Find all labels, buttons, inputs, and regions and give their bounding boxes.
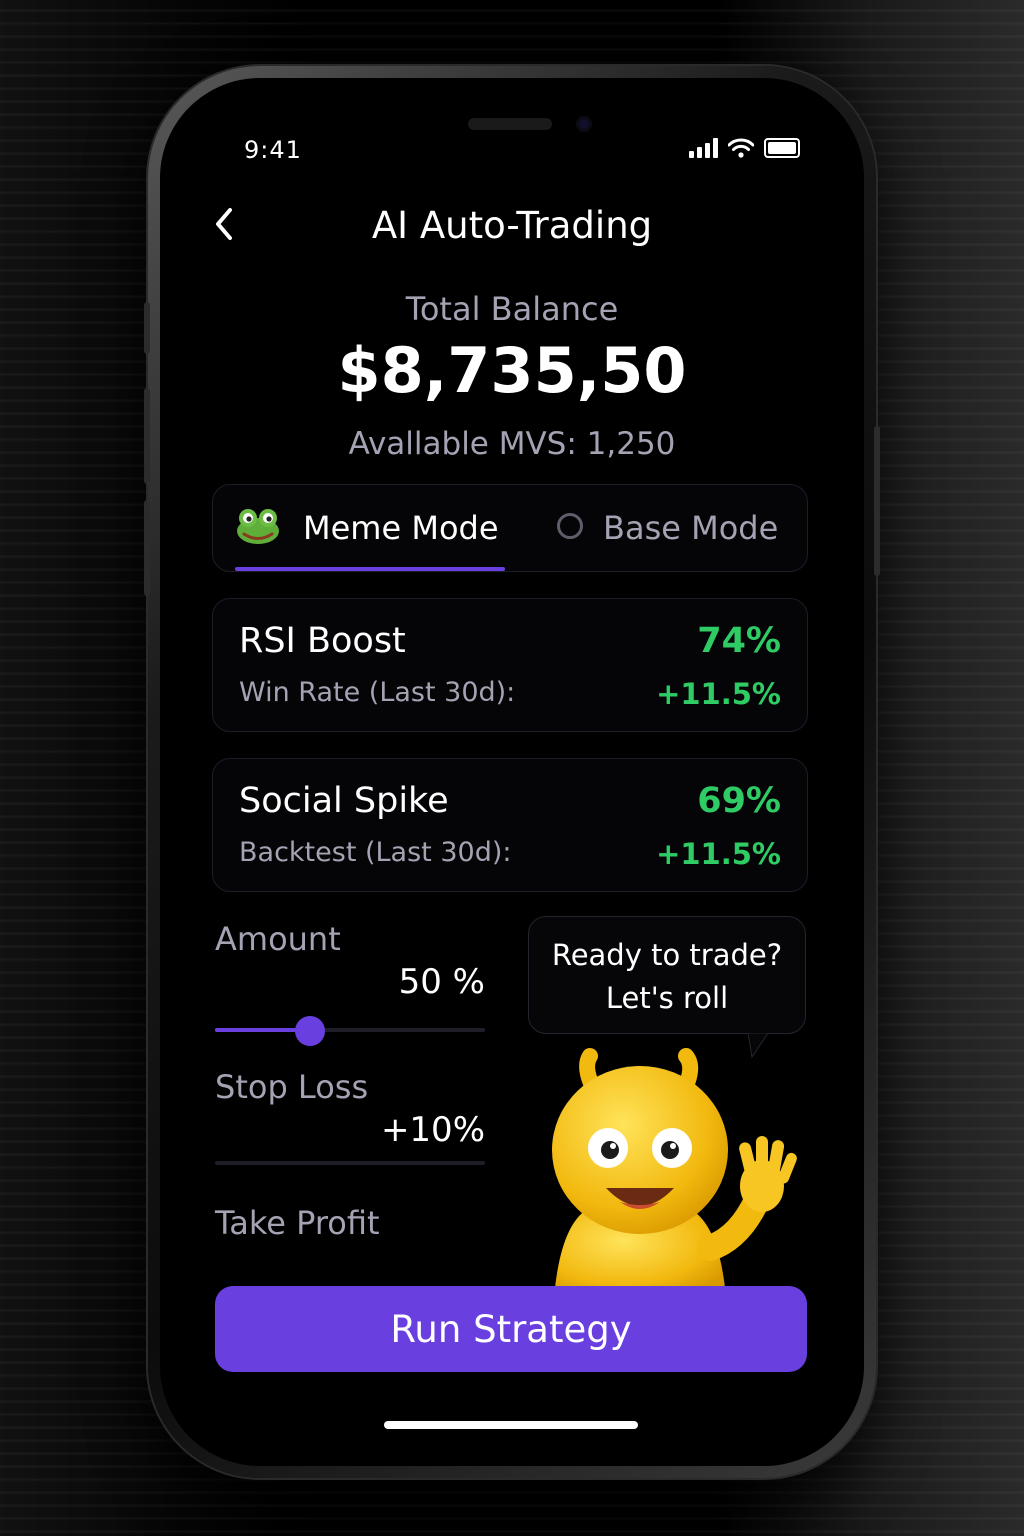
tab-meme-mode[interactable]: Meme Mode — [235, 485, 507, 571]
strategy-subtitle: Backtest (Last 30d): — [239, 837, 512, 868]
run-strategy-button[interactable]: Run Strategy — [215, 1286, 807, 1372]
total-balance-value: $8,735,50 — [337, 334, 687, 407]
wifi-icon — [728, 138, 754, 158]
tab-meme-mode-label: Meme Mode — [303, 509, 499, 547]
front-camera — [576, 116, 592, 132]
battery-icon — [764, 138, 800, 158]
stop-loss-label: Stop Loss — [215, 1068, 369, 1106]
phone-frame: 9:41 AI Auto-Trading Total Balance $8,73… — [144, 66, 880, 1478]
home-indicator[interactable] — [384, 1421, 638, 1429]
available-mvs: Avallable MVS: 1,250 — [348, 426, 676, 462]
earpiece-speaker — [468, 118, 552, 130]
mascot-character — [552, 1048, 797, 1298]
tab-base-mode-label: Base Mode — [603, 509, 779, 547]
total-balance-label: Total Balance — [405, 290, 619, 328]
volume-down-button — [144, 500, 150, 596]
frog-icon — [237, 509, 279, 544]
mascot-speech-bubble: Ready to trade? Let's roll — [528, 916, 806, 1034]
bubble-line-2: Let's roll — [605, 981, 729, 1015]
strategy-card-rsi-boost[interactable]: RSI Boost Win Rate (Last 30d): 74% +11.5… — [212, 598, 808, 732]
power-button — [874, 426, 880, 576]
mute-switch — [144, 302, 150, 354]
tab-base-mode[interactable]: Base Mode — [557, 485, 797, 571]
amount-value: 50 % — [398, 962, 485, 1002]
amount-slider[interactable] — [215, 1016, 485, 1046]
mode-selector: Meme Mode Base Mode — [212, 484, 808, 572]
take-profit-label: Take Profit — [215, 1204, 380, 1242]
slider-thumb[interactable] — [294, 1016, 325, 1046]
strategy-name: Social Spike — [239, 781, 449, 821]
status-icons — [689, 138, 800, 158]
strategy-backtest-rate: 69% — [697, 781, 781, 821]
strategy-change: +11.5% — [656, 837, 781, 871]
bubble-line-1: Ready to trade? — [551, 938, 783, 972]
strategy-card-social-spike[interactable]: Social Spike Backtest (Last 30d): 69% +1… — [212, 758, 808, 892]
cellular-signal-icon — [689, 138, 718, 158]
stop-loss-value[interactable]: +10% — [215, 1110, 485, 1150]
stop-loss-divider — [215, 1161, 485, 1165]
strategy-subtitle: Win Rate (Last 30d): — [239, 677, 516, 708]
strategy-win-rate: 74% — [697, 621, 781, 661]
radio-icon — [557, 513, 583, 539]
strategy-change: +11.5% — [656, 677, 781, 711]
active-tab-indicator — [235, 567, 505, 571]
screen: 9:41 AI Auto-Trading Total Balance $8,73… — [160, 78, 864, 1466]
volume-up-button — [144, 388, 150, 484]
status-time: 9:41 — [244, 136, 302, 164]
page-title: AI Auto-Trading — [371, 204, 653, 247]
strategy-name: RSI Boost — [239, 621, 406, 661]
amount-label: Amount — [215, 920, 341, 958]
